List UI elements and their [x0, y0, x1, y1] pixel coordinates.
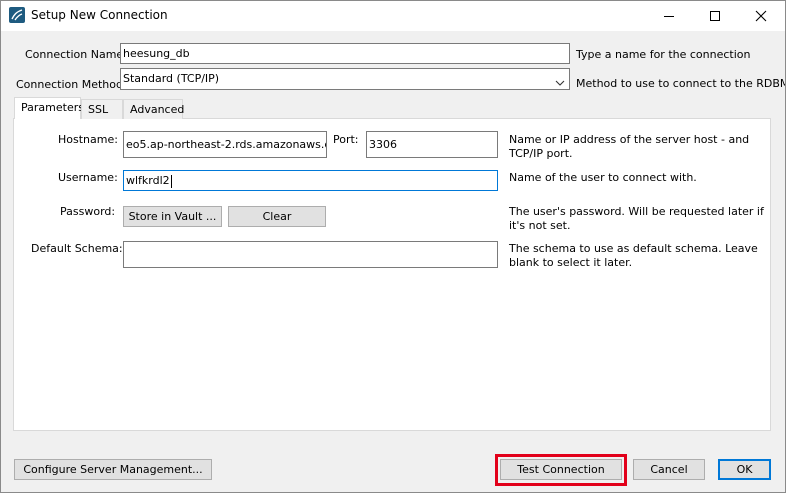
maximize-icon: [710, 10, 720, 21]
tab-advanced[interactable]: Advanced: [123, 99, 184, 119]
connection-name-input[interactable]: heesung_db: [120, 43, 570, 64]
parameters-panel: [13, 118, 771, 431]
default-schema-input[interactable]: [123, 241, 498, 268]
connection-method-value: Standard (TCP/IP): [123, 72, 220, 85]
hostname-input[interactable]: eo5.ap-northeast-2.rds.amazonaws.com: [123, 131, 327, 158]
cancel-button[interactable]: Cancel: [633, 459, 705, 480]
minimize-button[interactable]: [646, 1, 692, 30]
connection-name-label: Connection Name:: [25, 48, 127, 61]
tab-parameters[interactable]: Parameters: [14, 97, 84, 119]
connection-method-label: Connection Method:: [16, 78, 127, 91]
window-title: Setup New Connection: [31, 8, 168, 22]
close-button[interactable]: [738, 1, 784, 30]
ok-button[interactable]: OK: [718, 459, 771, 480]
chevron-down-icon: [555, 74, 565, 89]
test-connection-button[interactable]: Test Connection: [500, 459, 622, 480]
port-input[interactable]: 3306: [366, 131, 498, 158]
port-label: Port:: [333, 133, 359, 146]
tab-ssl[interactable]: SSL: [81, 99, 123, 119]
default-schema-label: Default Schema:: [31, 242, 123, 255]
default-schema-hint: The schema to use as default schema. Lea…: [509, 242, 758, 269]
text-caret: [170, 174, 172, 188]
hostname-hint: Name or IP address of the server host - …: [509, 133, 750, 160]
username-value: wlfkrdl2: [126, 174, 170, 187]
connection-method-hint: Method to use to connect to the RDBMS: [576, 77, 786, 90]
username-input[interactable]: wlfkrdl2: [123, 170, 498, 191]
password-label: Password:: [60, 205, 116, 218]
password-hint: The user's password. Will be requested l…: [509, 205, 764, 232]
store-in-vault-button[interactable]: Store in Vault ...: [123, 206, 222, 227]
configure-server-management-button[interactable]: Configure Server Management...: [14, 459, 212, 480]
username-label: Username:: [58, 171, 118, 184]
connection-name-hint: Type a name for the connection: [576, 48, 751, 61]
hostname-label: Hostname:: [58, 133, 118, 146]
mysql-workbench-icon: [9, 7, 25, 23]
clear-password-button[interactable]: Clear: [228, 206, 326, 227]
minimize-icon: [664, 15, 674, 17]
maximize-button[interactable]: [692, 1, 738, 30]
close-icon: [755, 10, 767, 21]
username-hint: Name of the user to connect with.: [509, 171, 697, 184]
connection-method-select[interactable]: Standard (TCP/IP): [120, 68, 570, 90]
